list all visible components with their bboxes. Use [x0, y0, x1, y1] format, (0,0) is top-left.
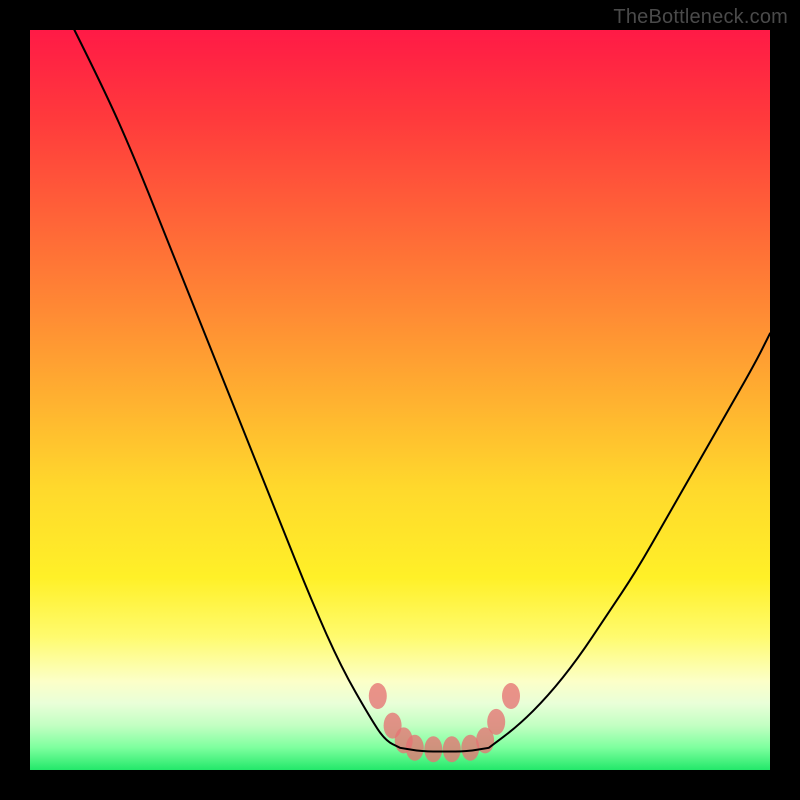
bottleneck-curve	[74, 30, 770, 752]
plot-svg	[30, 30, 770, 770]
watermark-text: TheBottleneck.com	[613, 6, 788, 29]
curve-marker	[424, 736, 442, 762]
curve-marker	[443, 736, 461, 762]
plot-area	[30, 30, 770, 770]
chart-frame: TheBottleneck.com	[0, 0, 800, 800]
curve-marker	[502, 683, 520, 709]
curve-marker	[487, 709, 505, 735]
curve-marker	[406, 735, 424, 761]
curve-marker	[369, 683, 387, 709]
marker-layer	[369, 683, 520, 762]
